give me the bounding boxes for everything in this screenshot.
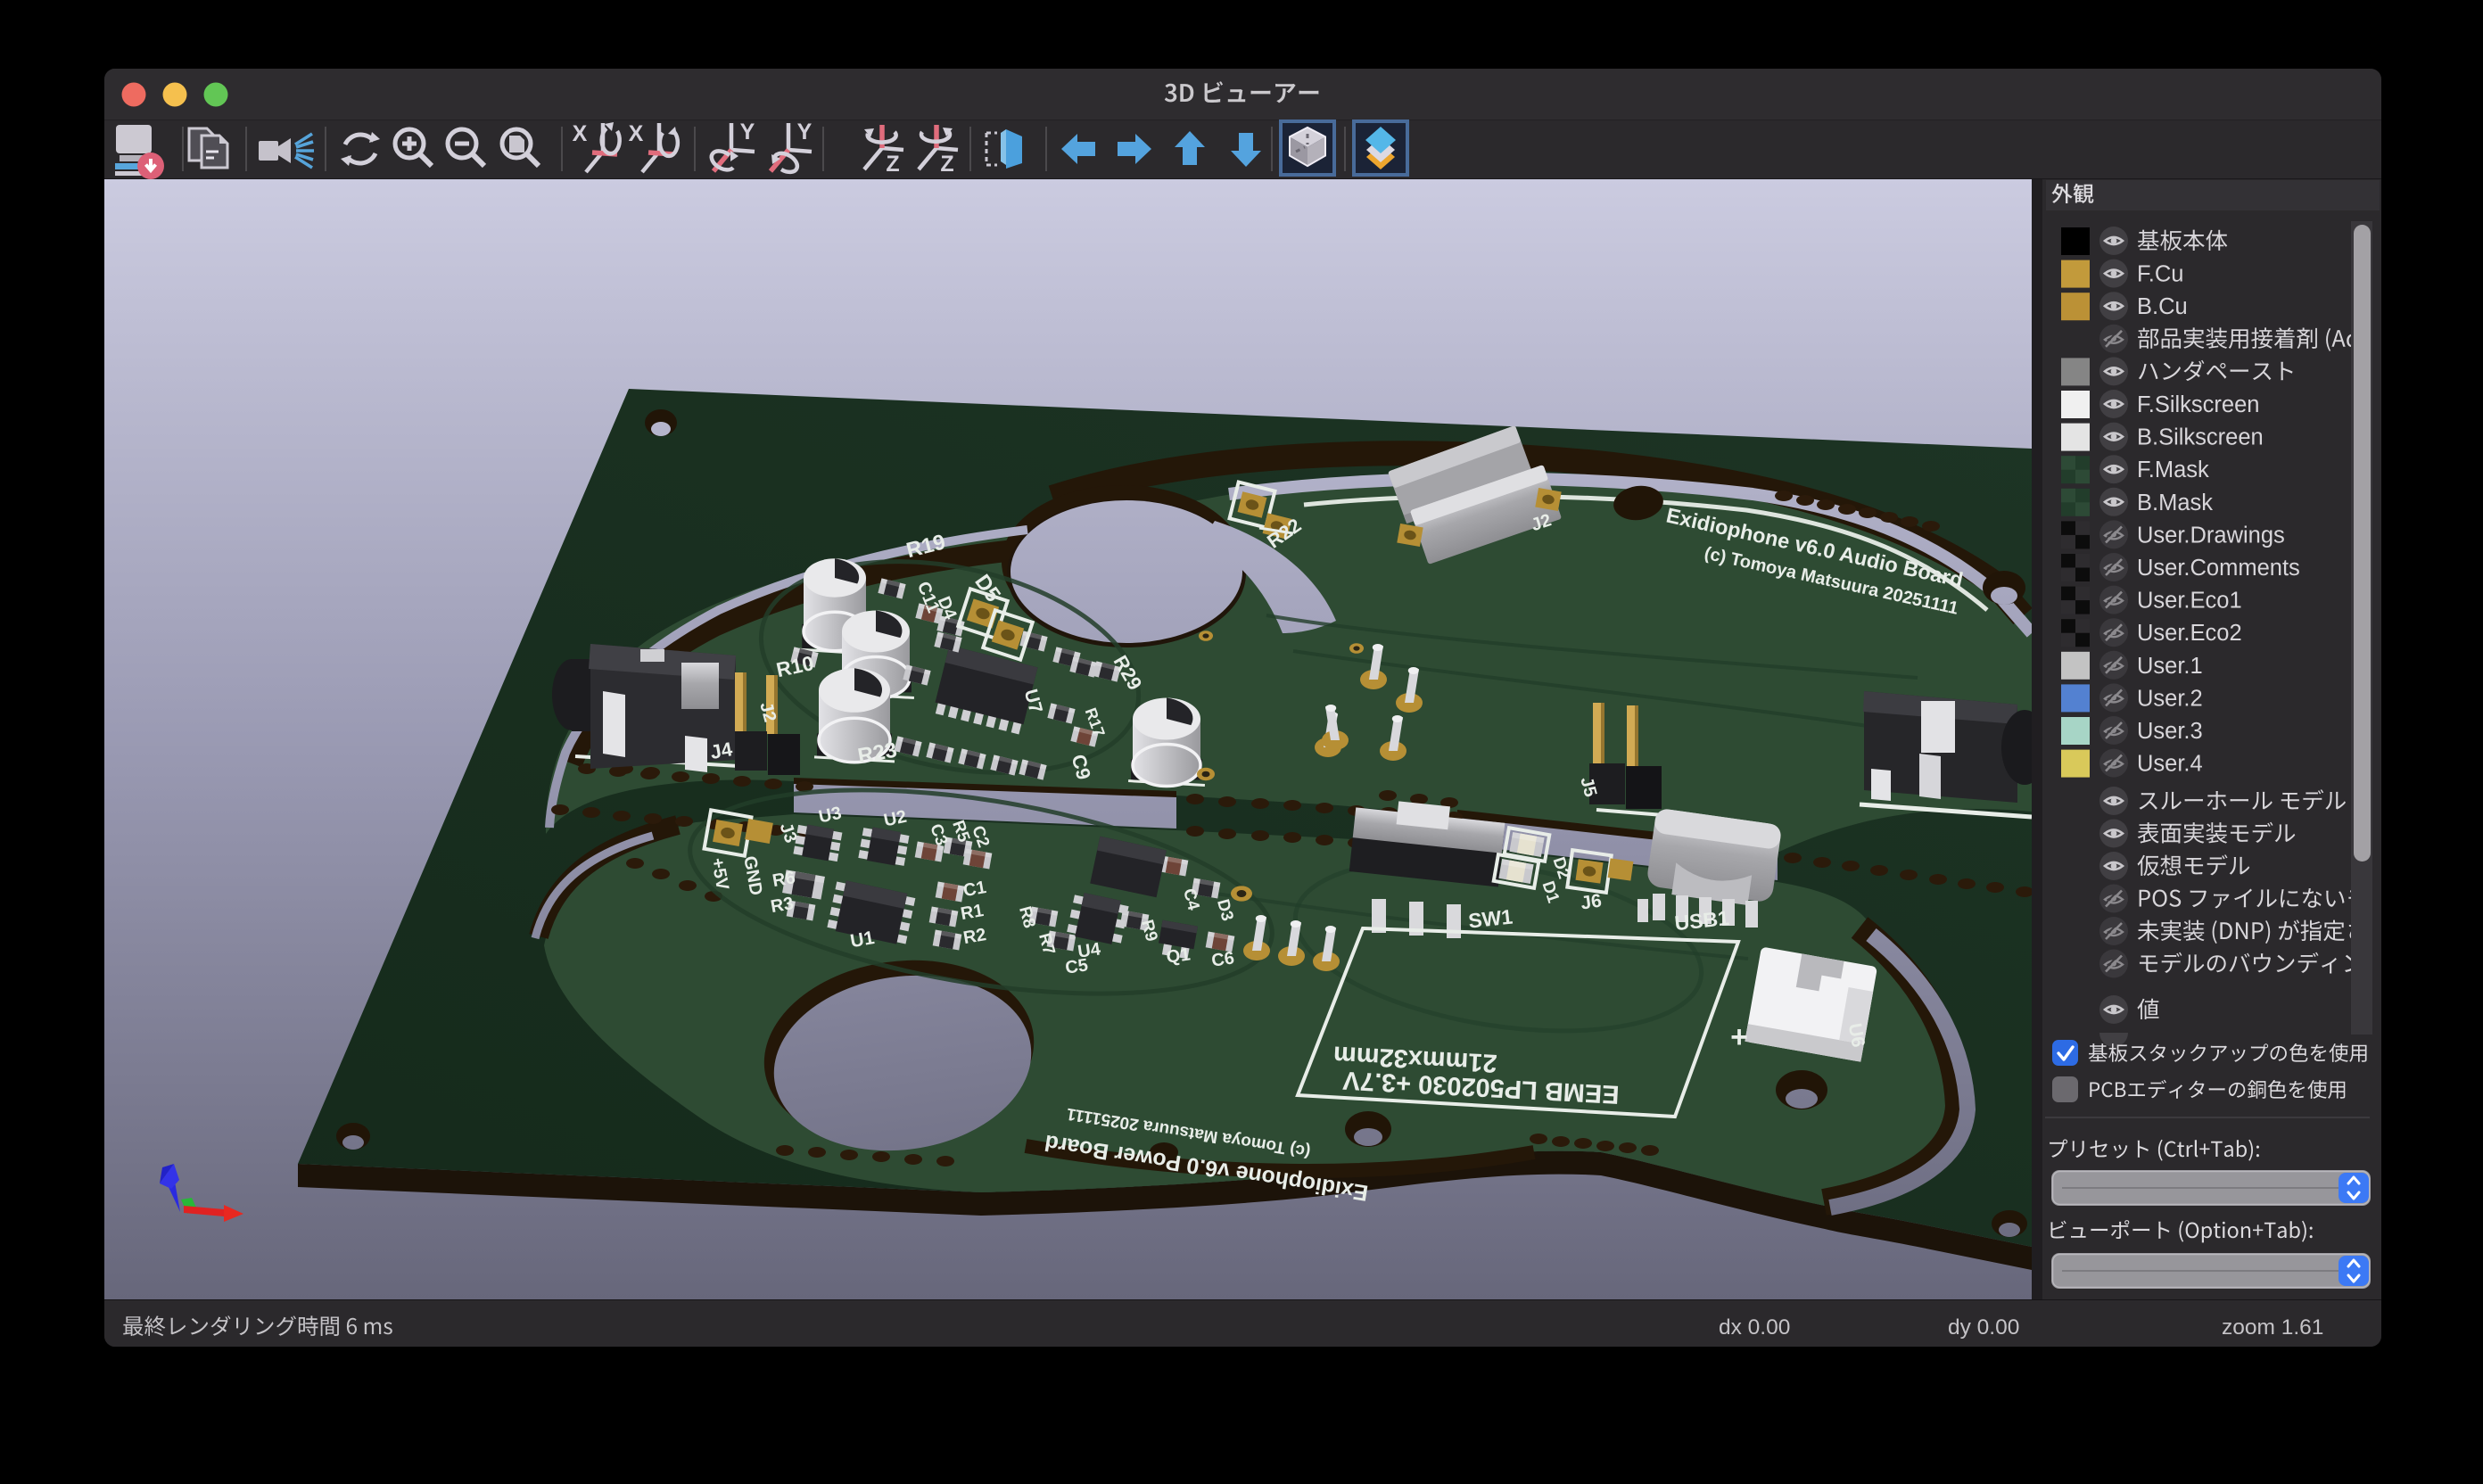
svg-text:B.Mask: B.Mask: [2137, 491, 2213, 515]
svg-text:X: X: [573, 121, 588, 146]
svg-text:User.1: User.1: [2137, 654, 2203, 679]
svg-text:User.2: User.2: [2137, 686, 2203, 711]
svg-text:User.Eco1: User.Eco1: [2137, 589, 2242, 614]
svg-text:B.Silkscreen: B.Silkscreen: [2137, 425, 2264, 450]
svg-text:F.Cu: F.Cu: [2137, 262, 2183, 287]
svg-text:User.Drawings: User.Drawings: [2137, 523, 2285, 548]
svg-text:F.Silkscreen: F.Silkscreen: [2137, 392, 2259, 417]
svg-text:Y: Y: [797, 120, 813, 144]
svg-text:User.Eco2: User.Eco2: [2137, 621, 2242, 646]
svg-text:User.3: User.3: [2137, 719, 2203, 744]
svg-text:dy 0.00: dy 0.00: [1948, 1315, 2019, 1340]
svg-text:X: X: [629, 121, 644, 146]
svg-text:Z: Z: [940, 152, 953, 177]
svg-text:Z: Z: [886, 152, 899, 177]
svg-text:B.Cu: B.Cu: [2137, 294, 2188, 319]
svg-text:User.Comments: User.Comments: [2137, 556, 2300, 581]
svg-text:dx 0.00: dx 0.00: [1719, 1315, 1790, 1340]
svg-text:Y: Y: [740, 120, 755, 144]
svg-text:zoom 1.61: zoom 1.61: [2222, 1315, 2323, 1340]
svg-text:F.Mask: F.Mask: [2137, 458, 2209, 482]
svg-text:User.4: User.4: [2137, 752, 2203, 777]
